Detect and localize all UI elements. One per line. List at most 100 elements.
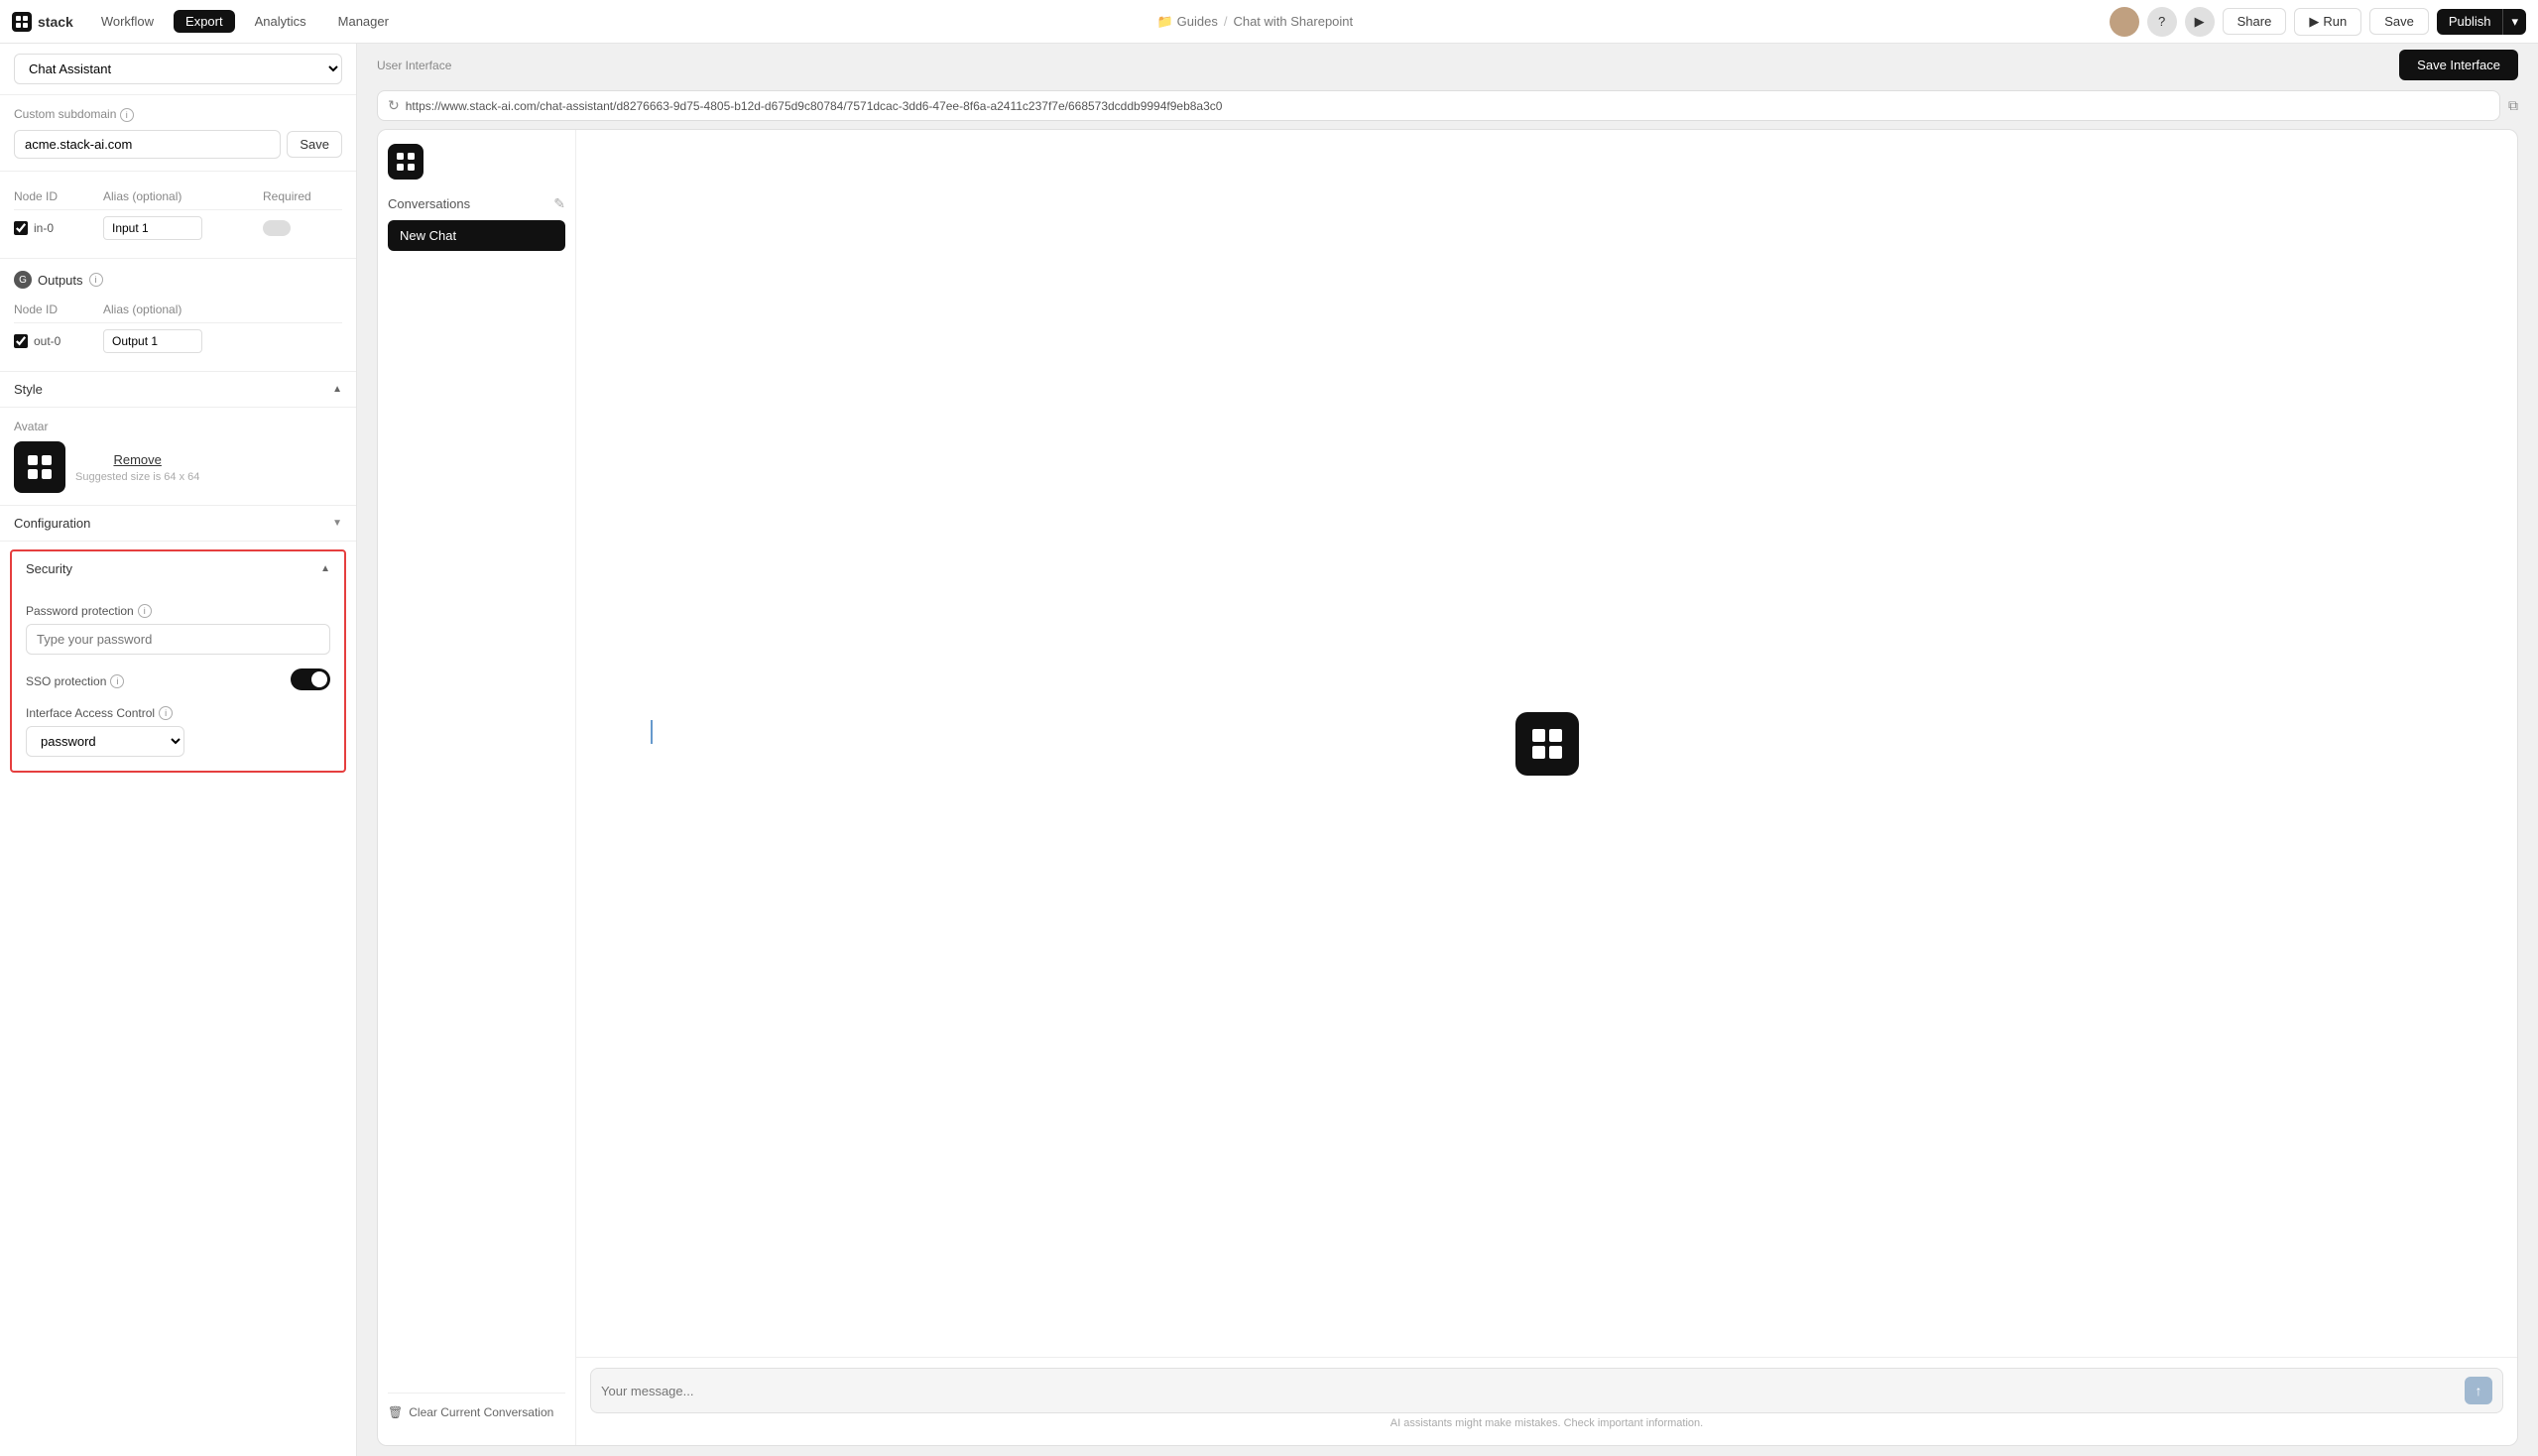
clear-conversation-button[interactable]: 🗑 Clear Current Conversation (388, 1401, 565, 1423)
url-text: https://www.stack-ai.com/chat-assistant/… (406, 99, 2489, 113)
output-checkbox-0[interactable] (14, 334, 28, 348)
publish-caret-icon[interactable]: ▾ (2502, 9, 2526, 35)
preview-topbar: User Interface Save Interface (357, 44, 2538, 86)
sso-toggle[interactable] (291, 668, 330, 690)
help-icon[interactable]: ? (2147, 7, 2177, 37)
out-col-node-id: Node ID (14, 303, 103, 316)
clear-convo-label: Clear Current Conversation (409, 1405, 553, 1419)
security-label: Security (26, 561, 72, 576)
tab-analytics[interactable]: Analytics (243, 10, 318, 33)
password-input[interactable] (26, 624, 330, 655)
required-toggle-0[interactable] (263, 220, 291, 236)
tab-export[interactable]: Export (174, 10, 235, 33)
security-content: Password protection i SSO protection i I… (12, 586, 344, 771)
subdomain-row: Save (14, 130, 342, 159)
sso-protection-label: SSO protection i (26, 674, 124, 688)
play-preview-icon[interactable]: ▶ (2185, 7, 2215, 37)
access-control-info-icon[interactable]: i (159, 706, 173, 720)
publish-label: Publish (2437, 9, 2503, 34)
style-section: Style ▲ Avatar Remove (0, 372, 356, 506)
share-button[interactable]: Share (2223, 8, 2287, 35)
security-chevron-icon: ▲ (320, 563, 330, 574)
publish-button[interactable]: Publish ▾ (2437, 9, 2526, 35)
topnav: stack Workflow Export Analytics Manager … (0, 0, 2538, 44)
stack-logo-icon (12, 12, 32, 32)
configuration-header[interactable]: Configuration ▼ (0, 506, 356, 542)
main-layout: Chat Assistant Custom subdomain i Save N… (0, 44, 2538, 1456)
nav-right: ? ▶ Share ▶ Run Save Publish ▾ (2110, 7, 2526, 37)
outputs-info-icon[interactable]: i (89, 273, 103, 287)
outputs-label: Outputs (38, 273, 83, 288)
outputs-icon: G (14, 271, 32, 289)
new-chat-button[interactable]: New Chat (388, 220, 565, 251)
tab-manager[interactable]: Manager (326, 10, 401, 33)
url-bar-inner: ↻ https://www.stack-ai.com/chat-assistan… (377, 90, 2500, 121)
save-interface-button[interactable]: Save Interface (2399, 50, 2518, 80)
outputs-header: G Outputs i (14, 271, 342, 289)
avatar-preview (14, 441, 65, 493)
sso-info-icon[interactable]: i (110, 674, 124, 688)
chat-main: ↑ AI assistants might make mistakes. Che… (576, 130, 2517, 1445)
outputs-table-header: Node ID Alias (optional) (14, 297, 342, 323)
left-panel: Chat Assistant Custom subdomain i Save N… (0, 44, 357, 1456)
conversations-header: Conversations ✎ (388, 195, 565, 212)
input-checkbox-0[interactable] (14, 221, 28, 235)
logo-text: stack (38, 14, 73, 30)
alias-input-0[interactable] (103, 216, 202, 240)
breadcrumb-guides[interactable]: Guides (1177, 14, 1218, 29)
breadcrumb-page: Chat with Sharepoint (1233, 14, 1353, 29)
out-alias-input-0[interactable] (103, 329, 202, 353)
logo: stack (12, 12, 73, 32)
edit-conversations-icon[interactable]: ✎ (553, 195, 565, 212)
chat-message-input[interactable] (601, 1384, 2457, 1398)
access-control-label: Interface Access Control i (26, 706, 330, 720)
trash-icon: 🗑 (388, 1405, 403, 1419)
avatar-actions: Remove Suggested size is 64 x 64 (75, 452, 199, 483)
out-node-id-label-0: out-0 (34, 334, 60, 348)
configuration-label: Configuration (14, 516, 90, 531)
interface-selector-row: Chat Assistant (0, 44, 356, 95)
subdomain-input[interactable] (14, 130, 281, 159)
subdomain-info-icon[interactable]: i (120, 108, 134, 122)
right-panel: User Interface Save Interface ↻ https://… (357, 44, 2538, 1456)
configuration-chevron-icon: ▼ (332, 518, 342, 529)
chat-sidebar: Conversations ✎ New Chat 🗑 Clear Current… (378, 130, 576, 1445)
url-bar: ↻ https://www.stack-ai.com/chat-assistan… (357, 86, 2538, 129)
password-protection-label: Password protection i (26, 604, 330, 618)
access-control-select[interactable]: password (26, 726, 184, 757)
subdomain-save-button[interactable]: Save (287, 131, 342, 158)
style-header[interactable]: Style ▲ (0, 372, 356, 408)
chat-input-row: ↑ (590, 1368, 2503, 1413)
preview-label: User Interface (377, 59, 451, 72)
chat-messages (576, 130, 2517, 1357)
text-cursor (651, 720, 653, 744)
send-button[interactable]: ↑ (2465, 1377, 2492, 1404)
subdomain-label: Custom subdomain i (14, 107, 342, 122)
avatar-label: Avatar (14, 420, 342, 433)
save-button[interactable]: Save (2369, 8, 2429, 35)
outputs-section: G Outputs i Node ID Alias (optional) out… (0, 259, 356, 372)
run-button[interactable]: ▶ Run (2294, 8, 2361, 36)
password-info-icon[interactable]: i (138, 604, 152, 618)
chat-input-area: ↑ AI assistants might make mistakes. Che… (576, 1357, 2517, 1445)
run-icon: ▶ (2309, 14, 2319, 30)
tab-workflow[interactable]: Workflow (89, 10, 166, 33)
user-avatar[interactable] (2110, 7, 2139, 37)
avatar-hint: Suggested size is 64 x 64 (75, 471, 199, 483)
avatar-row: Remove Suggested size is 64 x 64 (14, 441, 342, 493)
inputs-table-header: Node ID Alias (optional) Required (14, 183, 342, 210)
conversations-label: Conversations (388, 196, 470, 211)
interface-type-select[interactable]: Chat Assistant (14, 54, 342, 84)
style-chevron-icon: ▲ (332, 384, 342, 395)
security-header[interactable]: Security ▲ (12, 551, 344, 586)
input-row-0: in-0 (14, 210, 342, 246)
out-col-alias: Alias (optional) (103, 303, 263, 316)
refresh-icon[interactable]: ↻ (388, 97, 400, 114)
chat-bottom: 🗑 Clear Current Conversation (388, 1393, 565, 1431)
copy-url-button[interactable]: ⧉ (2508, 97, 2518, 114)
avatar-remove-button[interactable]: Remove (75, 452, 199, 467)
breadcrumb-separator: / (1224, 14, 1228, 29)
subdomain-section: Custom subdomain i Save (0, 95, 356, 172)
node-id-label-0: in-0 (34, 221, 54, 235)
output-row-0: out-0 (14, 323, 342, 359)
